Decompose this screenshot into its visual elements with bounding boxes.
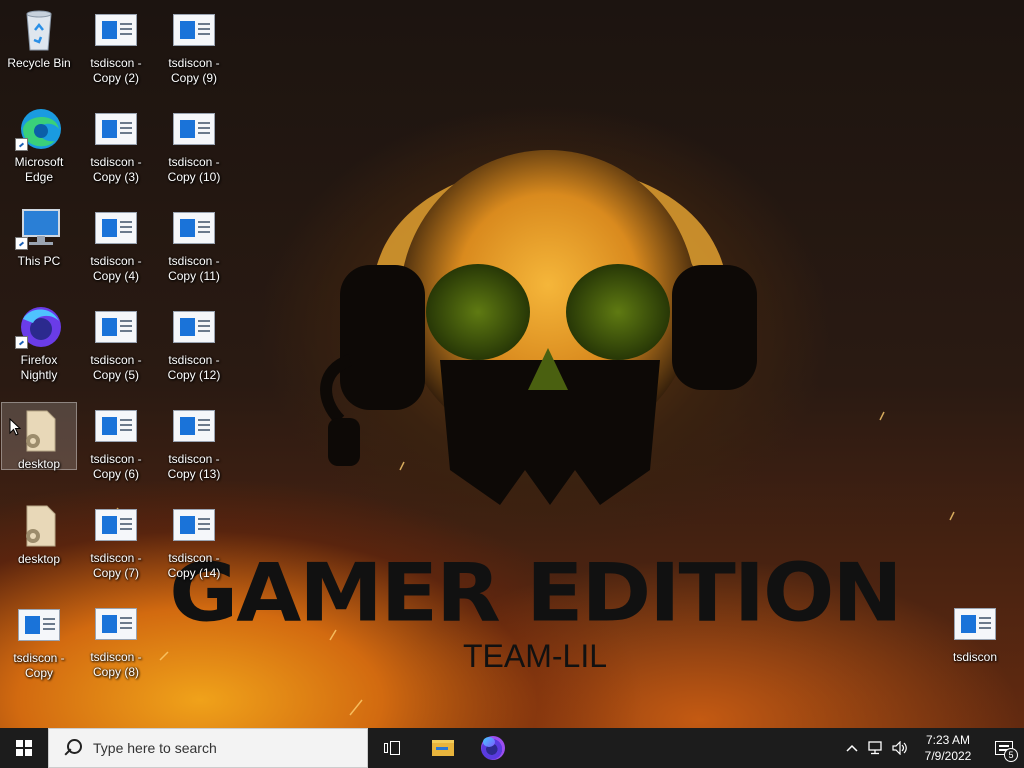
taskbar-search-box[interactable] — [48, 728, 368, 768]
rdp-file-icon — [92, 206, 140, 250]
desktop-icon-tsdiscon[interactable]: tsdiscon — [937, 596, 1013, 688]
firefox-icon — [15, 305, 63, 349]
rdp-file-icon — [170, 503, 218, 547]
wallpaper-subtitle: TEAM-LIL — [462, 638, 608, 674]
notification-count-badge: 5 — [1004, 748, 1018, 762]
desktop-icon-label: tsdiscon - Copy (13) — [167, 452, 221, 481]
rdp-file-icon — [92, 404, 140, 448]
desktop-icon-tsdiscon-copy-3[interactable]: tsdiscon - Copy (3) — [78, 101, 154, 193]
desktop-icon-label: tsdiscon - Copy (14) — [167, 551, 221, 580]
start-button[interactable] — [0, 728, 48, 768]
speaker-icon — [892, 741, 907, 755]
desktop-icon-label: tsdiscon - Copy (4) — [90, 254, 142, 283]
volume-button[interactable] — [888, 728, 912, 768]
desktop-icon-label: tsdiscon - Copy (5) — [90, 353, 142, 382]
desktop-icon-tsdiscon-copy-14[interactable]: tsdiscon - Copy (14) — [156, 497, 232, 589]
task-view-button[interactable] — [368, 728, 418, 768]
desktop-icon-label: tsdiscon - Copy (8) — [90, 650, 142, 679]
desktop-icon-label: tsdiscon - Copy (12) — [167, 353, 221, 382]
folder-icon — [432, 740, 454, 756]
firefox-taskbar-button[interactable] — [468, 728, 518, 768]
clock-time: 7:23 AM — [925, 733, 971, 747]
network-button[interactable] — [864, 728, 888, 768]
action-center-button[interactable]: 5 — [984, 728, 1024, 768]
mouse-cursor-icon — [9, 418, 21, 436]
desktop-icon-microsoft-edge[interactable]: Microsoft Edge — [1, 101, 77, 193]
desktop-icon-label: tsdiscon - Copy (7) — [90, 551, 142, 580]
desktop-icon-tsdiscon-copy-11[interactable]: tsdiscon - Copy (11) — [156, 200, 232, 292]
network-icon — [868, 741, 882, 755]
desktop-icon-tsdiscon-copy-2[interactable]: tsdiscon - Copy (2) — [78, 2, 154, 94]
desktop-icon-tsdiscon-copy-9[interactable]: tsdiscon - Copy (9) — [156, 2, 232, 94]
desktop-icon-label: desktop — [17, 552, 61, 566]
rdp-file-icon — [170, 305, 218, 349]
chevron-up-icon — [846, 744, 858, 752]
desktop-icon-desktop[interactable]: desktop — [1, 498, 77, 590]
desktop-icon-label: tsdiscon - Copy (2) — [90, 56, 142, 85]
edge-icon — [15, 107, 63, 151]
rdp-file-icon — [92, 107, 140, 151]
desktop-icon-label: desktop — [17, 457, 61, 471]
desktop-icon-this-pc[interactable]: This PC — [1, 200, 77, 292]
desktop-icon-label: Firefox Nightly — [20, 353, 58, 382]
rdp-file-icon — [951, 602, 999, 646]
rdp-file-icon — [170, 206, 218, 250]
desktop-icon-recycle-bin[interactable]: Recycle Bin — [1, 2, 77, 94]
desktop-icon-label: tsdiscon - Copy (9) — [168, 56, 220, 85]
desktop-icon-label: tsdiscon - Copy (3) — [90, 155, 142, 184]
rdp-file-icon — [92, 503, 140, 547]
rdp-file-icon — [170, 8, 218, 52]
desktop-icon-tsdiscon-copy-7[interactable]: tsdiscon - Copy (7) — [78, 497, 154, 589]
system-tray: 7:23 AM 7/9/2022 5 — [840, 728, 1024, 768]
shortcut-arrow-icon — [15, 138, 28, 151]
desktop-icon-tsdiscon-copy-12[interactable]: tsdiscon - Copy (12) — [156, 299, 232, 391]
desktop-icon-label: This PC — [17, 254, 61, 268]
desktop-icon-tsdiscon-copy-6[interactable]: tsdiscon - Copy (6) — [78, 398, 154, 490]
desktop-icon-tsdiscon-copy-5[interactable]: tsdiscon - Copy (5) — [78, 299, 154, 391]
desktop-icon-label: tsdiscon - Copy (6) — [90, 452, 142, 481]
desktop-icon-firefox-nightly[interactable]: Firefox Nightly — [1, 299, 77, 391]
windows-logo-icon — [16, 740, 32, 756]
settings-file-icon — [15, 504, 63, 548]
rdp-file-icon — [170, 404, 218, 448]
task-view-icon — [384, 741, 402, 755]
shortcut-arrow-icon — [15, 336, 28, 349]
rdp-file-icon — [92, 8, 140, 52]
rdp-file-icon — [92, 602, 140, 646]
taskbar: 7:23 AM 7/9/2022 5 — [0, 728, 1024, 768]
desktop-icon-label: tsdiscon - Copy (10) — [167, 155, 221, 184]
desktop-icon-label: tsdiscon — [952, 650, 998, 664]
wallpaper-title: GAMER EDITION — [169, 546, 902, 640]
shortcut-arrow-icon — [15, 237, 28, 250]
firefox-icon — [481, 736, 505, 760]
desktop-icon-label: tsdiscon - Copy (11) — [168, 254, 220, 283]
desktop-icon-tsdiscon-copy-8[interactable]: tsdiscon - Copy (8) — [78, 596, 154, 688]
clock-date: 7/9/2022 — [924, 749, 972, 763]
search-input[interactable] — [93, 740, 333, 756]
desktop-icon-tsdiscon-copy-13[interactable]: tsdiscon - Copy (13) — [156, 398, 232, 490]
settings-file-icon — [15, 409, 63, 453]
show-hidden-icons-button[interactable] — [840, 728, 864, 768]
rdp-file-icon — [170, 107, 218, 151]
rdp-file-icon — [15, 603, 63, 647]
desktop-icon-label: tsdiscon - Copy — [13, 651, 65, 680]
recycle-bin-icon — [15, 8, 63, 52]
taskbar-clock[interactable]: 7:23 AM 7/9/2022 — [912, 732, 984, 764]
desktop-icon-tsdiscon-copy-4[interactable]: tsdiscon - Copy (4) — [78, 200, 154, 292]
monitor-icon — [15, 206, 63, 250]
desktop-icon-desktop-selected[interactable]: desktop — [1, 402, 77, 471]
search-icon — [61, 737, 83, 759]
file-explorer-button[interactable] — [418, 728, 468, 768]
desktop-icon-label: Microsoft Edge — [14, 155, 64, 184]
desktop-icon-label: Recycle Bin — [7, 56, 71, 70]
rdp-file-icon — [92, 305, 140, 349]
desktop-icon-tsdiscon-copy-10[interactable]: tsdiscon - Copy (10) — [156, 101, 232, 193]
desktop-icon-tsdiscon-copy[interactable]: tsdiscon - Copy — [1, 597, 77, 689]
